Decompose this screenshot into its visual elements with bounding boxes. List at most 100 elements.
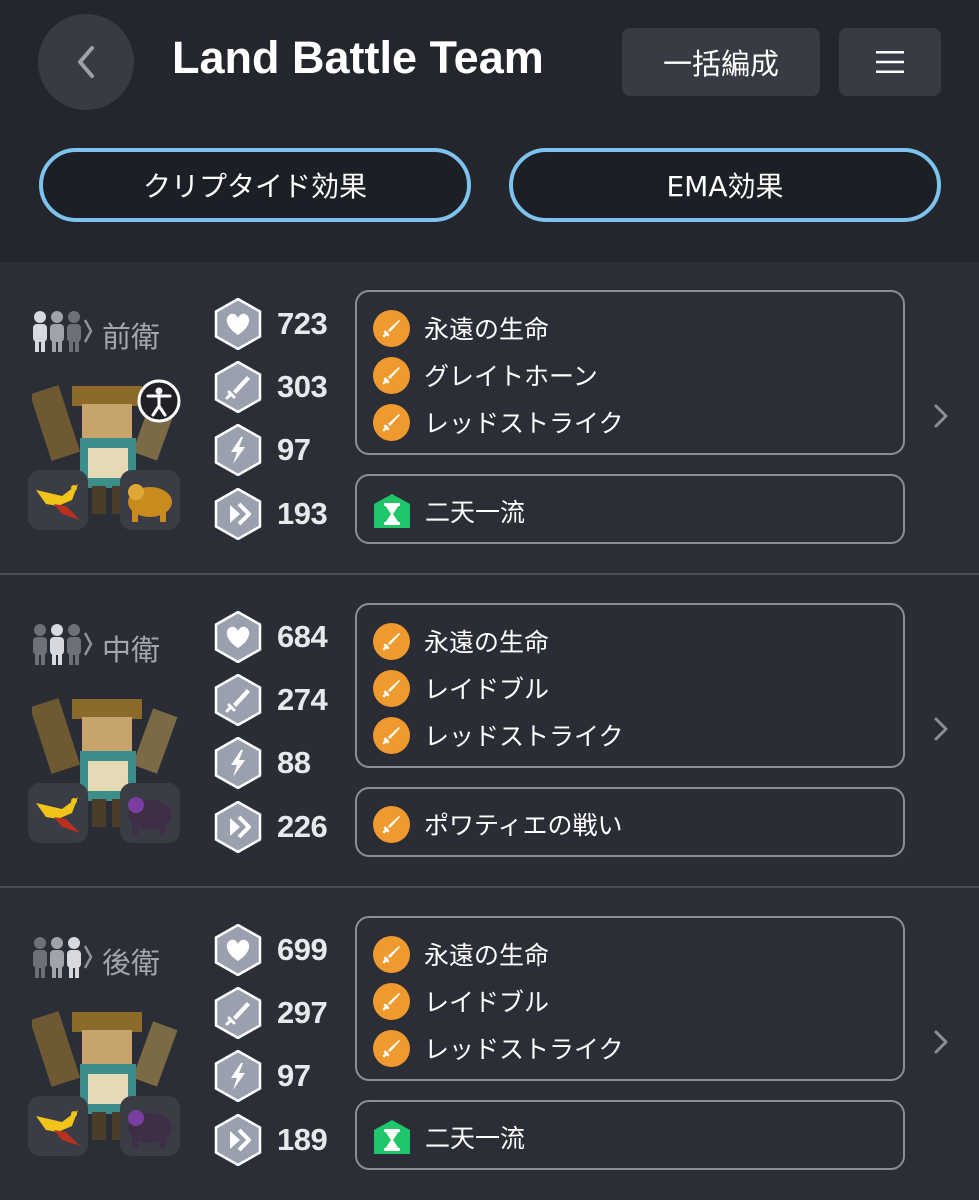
formation-position-icon — [33, 311, 93, 352]
skill-item[interactable]: 永遠の生命 — [373, 308, 549, 348]
skill-name: 永遠の生命 — [424, 628, 550, 657]
hourglass-icon — [374, 1120, 410, 1154]
back-arrow-icon — [78, 46, 94, 78]
hp-stat-icon — [214, 298, 262, 350]
companion-slot-2[interactable] — [120, 1096, 180, 1156]
sword-icon — [373, 309, 410, 347]
hp-stat-icon — [214, 611, 262, 663]
hourglass-icon — [374, 494, 410, 528]
back-button[interactable] — [38, 14, 134, 110]
speed-stat-icon — [214, 1114, 262, 1166]
golden-bird-icon — [36, 797, 80, 833]
attack-value: 297 — [277, 995, 328, 1030]
companion-slot-2[interactable] — [120, 783, 180, 843]
golden-bird-icon — [36, 1110, 80, 1146]
accessibility-icon — [137, 379, 181, 423]
ema-effect-button[interactable]: EMA効果 — [509, 148, 941, 222]
chevron-right-icon[interactable] — [930, 713, 952, 745]
skill-list[interactable]: 永遠の生命 レイドブル レッドストライク — [355, 916, 905, 1081]
skill-item[interactable]: 永遠の生命 — [373, 934, 549, 974]
sword-icon — [373, 935, 410, 973]
formation-position-icon — [33, 937, 93, 978]
menu-button[interactable] — [839, 28, 941, 96]
skill-name: 永遠の生命 — [424, 941, 550, 970]
hp-value: 684 — [277, 619, 328, 654]
special-skill-name: 二天一流 — [425, 498, 526, 527]
character-portrait[interactable] — [28, 378, 181, 530]
speed-stat-icon — [214, 801, 262, 853]
menu-icon — [876, 51, 904, 73]
chevron-right-icon[interactable] — [930, 1026, 952, 1058]
special-skill-item[interactable]: 二天一流 — [373, 1117, 525, 1157]
special-skill-name: 二天一流 — [425, 1124, 526, 1153]
skill-value: 97 — [277, 432, 311, 467]
sword-icon — [373, 1029, 410, 1067]
skill-item[interactable]: レイドブル — [373, 668, 549, 708]
beast-companion-icon — [128, 484, 172, 522]
attack-value: 274 — [277, 682, 328, 717]
sword-icon — [373, 356, 410, 394]
attack-value: 303 — [277, 369, 328, 404]
skill-list[interactable]: 永遠の生命 レイドブル レッドストライク — [355, 603, 905, 768]
sword-icon — [373, 669, 410, 707]
attack-stat-icon — [214, 987, 262, 1039]
sword-icon — [373, 403, 410, 441]
skill-item[interactable]: 永遠の生命 — [373, 621, 549, 661]
hp-stat-icon — [214, 924, 262, 976]
special-skill-item[interactable]: 二天一流 — [373, 491, 525, 531]
skill-value: 88 — [277, 745, 311, 780]
skill-item[interactable]: レッドストライク — [373, 1028, 624, 1068]
golden-bird-icon — [36, 484, 80, 520]
character-portrait[interactable] — [28, 1004, 180, 1156]
companion-slot-1[interactable] — [28, 1096, 88, 1156]
skill-name: グレイトホーン — [424, 362, 598, 391]
companion-slot-2[interactable] — [120, 470, 180, 530]
party-member-row[interactable]: 後衛 699 297 97 189 永遠の生命 レイドブル レッドストライク 二… — [0, 888, 979, 1200]
skill-stat-icon — [214, 1050, 262, 1102]
character-portrait[interactable] — [28, 691, 180, 843]
skill-name: レッドストライク — [424, 722, 624, 751]
speed-value: 189 — [277, 1122, 328, 1157]
speed-value: 193 — [277, 496, 328, 531]
sword-icon — [373, 805, 410, 843]
chevron-right-icon[interactable] — [930, 400, 952, 432]
header: Land Battle Team 一括編成 クリプタイド効果 EMA効果 — [0, 0, 979, 262]
skill-item[interactable]: レイドブル — [373, 981, 549, 1021]
skill-item[interactable]: レッドストライク — [373, 402, 624, 442]
skill-name: レッドストライク — [424, 409, 624, 438]
speed-stat-icon — [214, 488, 262, 540]
companion-slot-1[interactable] — [28, 470, 88, 530]
skill-item[interactable]: グレイトホーン — [373, 355, 598, 395]
hp-value: 699 — [277, 932, 328, 967]
special-skill-box[interactable]: 二天一流 — [355, 1100, 905, 1170]
skill-stat-icon — [214, 424, 262, 476]
skill-name: 永遠の生命 — [424, 315, 550, 344]
position-label: 中衛 — [102, 633, 161, 667]
skill-value: 97 — [277, 1058, 311, 1093]
sword-icon — [373, 716, 410, 754]
sword-icon — [373, 982, 410, 1020]
party-member-row[interactable]: 前衛 723 303 97 193 永遠の生命 グレイトホーン レッドストライク… — [0, 262, 979, 574]
hp-value: 723 — [277, 306, 328, 341]
bulk-formation-button[interactable]: 一括編成 — [622, 28, 820, 96]
cryptid-effect-button[interactable]: クリプタイド効果 — [39, 148, 471, 222]
sword-icon — [373, 622, 410, 660]
formation-position-icon — [33, 624, 93, 665]
party-member-row[interactable]: 中衛 684 274 88 226 永遠の生命 レイドブル レッドストライク ポ… — [0, 575, 979, 887]
skill-name: レイドブル — [424, 675, 550, 704]
position-label: 前衛 — [102, 320, 161, 354]
companion-slot-1[interactable] — [28, 783, 88, 843]
special-skill-item[interactable]: ポワティエの戦い — [373, 804, 623, 844]
position-label: 後衛 — [102, 946, 161, 980]
special-skill-box[interactable]: 二天一流 — [355, 474, 905, 544]
skill-item[interactable]: レッドストライク — [373, 715, 624, 755]
beast-companion-icon — [128, 1110, 172, 1148]
skill-list[interactable]: 永遠の生命 グレイトホーン レッドストライク — [355, 290, 905, 455]
row-divider — [0, 886, 979, 888]
skill-name: レイドブル — [424, 988, 550, 1017]
row-divider — [0, 573, 979, 575]
speed-value: 226 — [277, 809, 328, 844]
attack-stat-icon — [214, 361, 262, 413]
special-skill-name: ポワティエの戦い — [424, 811, 623, 840]
special-skill-box[interactable]: ポワティエの戦い — [355, 787, 905, 857]
